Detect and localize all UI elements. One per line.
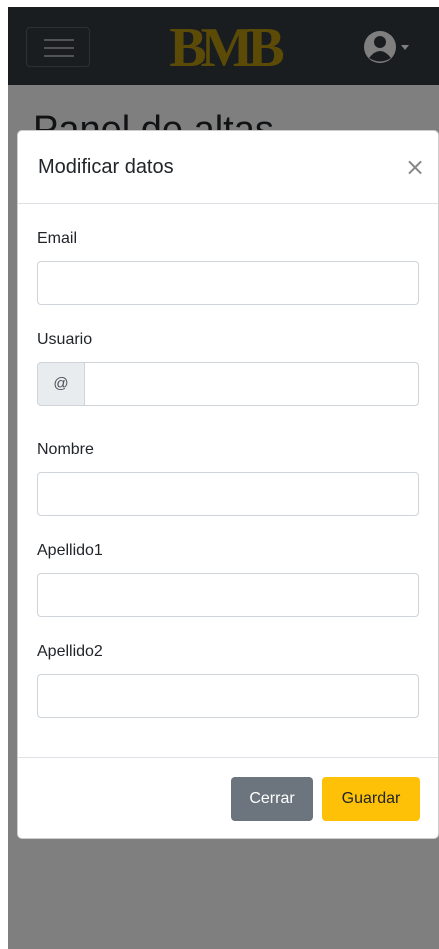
modal-title: Modificar datos — [38, 156, 174, 178]
page: BMB Panel de altas Modificar datos × Ema… — [0, 0, 439, 949]
apellido1-label: Apellido1 — [37, 542, 103, 559]
apellido1-field[interactable] — [37, 573, 419, 617]
modal-header: Modificar datos × — [18, 131, 438, 204]
nombre-field[interactable] — [37, 472, 419, 516]
modal-footer: Cerrar Guardar — [18, 757, 438, 838]
usuario-label: Usuario — [37, 331, 93, 348]
modify-data-modal: Modificar datos × Email Usuario @ Nombre… — [17, 130, 439, 839]
email-field[interactable] — [37, 261, 419, 305]
usuario-input-group: @ — [37, 362, 419, 406]
apellido2-field[interactable] — [37, 674, 419, 718]
nombre-label: Nombre — [37, 441, 94, 458]
usuario-field[interactable] — [84, 362, 419, 406]
email-label: Email — [37, 230, 78, 247]
at-prefix: @ — [37, 362, 85, 406]
guardar-button[interactable]: Guardar — [322, 777, 420, 821]
cerrar-button[interactable]: Cerrar — [231, 777, 313, 821]
close-icon[interactable]: × — [402, 153, 428, 181]
apellido2-label: Apellido2 — [37, 643, 103, 660]
